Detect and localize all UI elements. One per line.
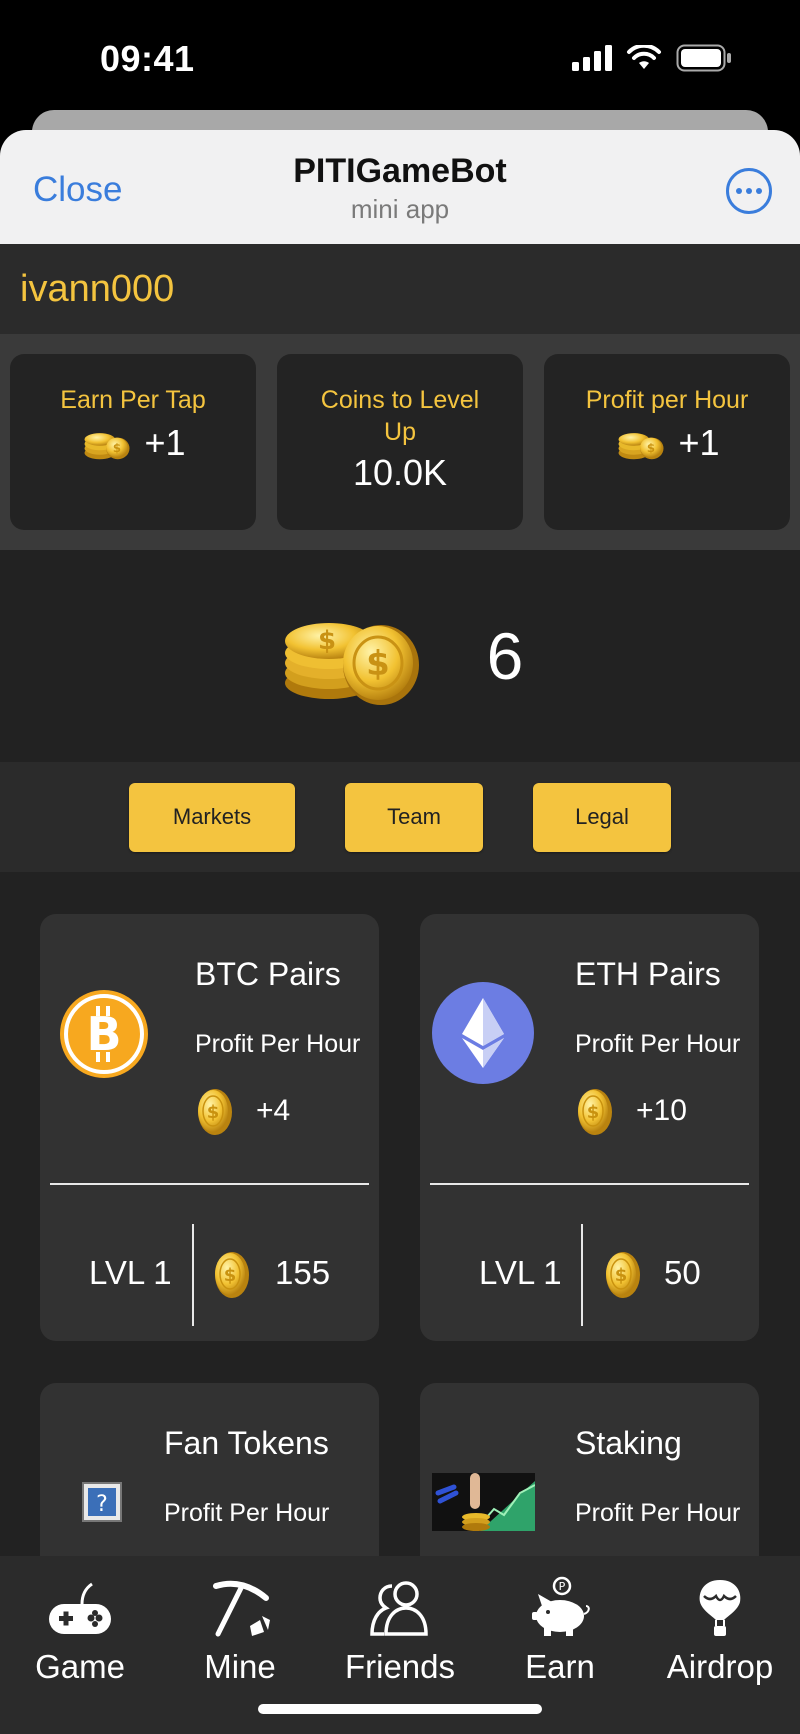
more-dot-icon — [736, 188, 742, 194]
coin-stack-icon — [80, 424, 134, 462]
tab-markets[interactable]: Markets — [129, 782, 295, 852]
piggy-bank-icon: P — [532, 1576, 590, 1636]
coin-stack-icon — [614, 424, 668, 462]
stat-profit-per-hour: Profit per Hour +1 — [544, 354, 790, 530]
card-upgrade-cost: 50 — [664, 1254, 701, 1291]
svg-text:B: B — [86, 1007, 121, 1061]
status-bar: 09:41 — [0, 0, 800, 110]
card-level: LVL 1 — [89, 1254, 172, 1291]
card-title: ETH Pairs — [575, 956, 721, 992]
more-options-button[interactable] — [726, 168, 772, 214]
category-tabs: Markets Team Legal — [0, 762, 800, 872]
nav-label: Game — [35, 1648, 125, 1685]
balance-value: 6 — [486, 619, 524, 693]
svg-text:P: P — [559, 1580, 566, 1593]
stat-label: Earn Per Tap — [60, 386, 206, 414]
cellular-signal-icon — [572, 45, 612, 71]
card-profit-label: Profit Per Hour — [195, 1030, 361, 1058]
nav-mine[interactable]: Mine — [160, 1576, 320, 1686]
card-title: Fan Tokens — [164, 1425, 329, 1461]
friends-icon — [370, 1581, 428, 1636]
nav-earn[interactable]: P Earn — [480, 1576, 640, 1686]
card-divider — [50, 1183, 369, 1185]
more-dot-icon — [746, 188, 752, 194]
more-dot-icon — [756, 188, 762, 194]
tab-team[interactable]: Team — [345, 782, 483, 852]
staking-image-icon — [432, 1473, 535, 1531]
user-row: ivann000 — [0, 244, 800, 334]
mini-app-header: Close PITIGameBot mini app — [0, 130, 800, 244]
gamepad-icon — [49, 1582, 111, 1634]
app-subtitle: mini app — [350, 194, 450, 224]
status-icons — [572, 44, 732, 72]
username: ivann000 — [20, 267, 175, 310]
pickaxe-icon — [213, 1580, 270, 1637]
nav-airdrop[interactable]: Airdrop — [640, 1576, 800, 1686]
nav-label: Mine — [204, 1648, 276, 1685]
svg-text:$: $ — [318, 626, 336, 656]
home-indicator[interactable] — [258, 1704, 542, 1714]
nav-label: Friends — [344, 1648, 456, 1685]
card-profit-label: Profit Per Hour — [575, 1499, 741, 1527]
status-time: 09:41 — [100, 38, 195, 79]
battery-icon — [676, 44, 731, 72]
card-profit-value: +4 — [256, 1094, 291, 1127]
card-title: Staking — [575, 1425, 682, 1461]
stat-earn-per-tap: Earn Per Tap +1 — [10, 354, 256, 530]
coin-icon — [212, 1250, 252, 1300]
card-profit-label: Profit Per Hour — [575, 1030, 741, 1058]
balance-display: $ $ 6 — [0, 550, 800, 762]
stat-coins-to-level-up: Coins to Level Up 10.0K — [277, 354, 523, 530]
coin-icon — [575, 1087, 615, 1137]
nav-label: Earn — [525, 1648, 595, 1685]
card-title: BTC Pairs — [195, 956, 341, 992]
stats-bar: Earn Per Tap +1 Coins to Level Up 10.0K … — [0, 334, 800, 550]
stat-value: +1 — [678, 422, 720, 463]
nav-friends[interactable]: Friends — [320, 1576, 480, 1686]
tab-legal[interactable]: Legal — [533, 782, 671, 852]
app-title: PITIGameBot — [293, 152, 507, 190]
stat-value: 10.0K — [352, 452, 448, 493]
card-fan-tokens[interactable]: ? Fan Tokens Profit Per Hour — [40, 1383, 379, 1556]
card-btc-pairs[interactable]: B BTC Pairs Profit Per Hour +4 LVL 1 155 — [40, 914, 379, 1341]
nav-label: Airdrop — [666, 1648, 774, 1685]
card-vertical-divider — [192, 1224, 194, 1326]
card-upgrade-cost: 155 — [275, 1254, 331, 1291]
stat-label: Coins to Level Up — [320, 386, 480, 446]
bitcoin-icon: B — [60, 990, 148, 1078]
upgrade-cards-grid: B BTC Pairs Profit Per Hour +4 LVL 1 155 — [0, 872, 800, 1556]
nav-game[interactable]: Game — [0, 1576, 160, 1686]
stat-label: Profit per Hour — [585, 386, 749, 414]
card-divider — [430, 1183, 749, 1185]
coin-icon — [195, 1087, 235, 1137]
card-vertical-divider — [581, 1224, 583, 1326]
card-profit-value: +10 — [636, 1094, 687, 1127]
ethereum-icon — [432, 982, 534, 1084]
card-profit-label: Profit Per Hour — [164, 1499, 330, 1527]
wifi-icon — [627, 45, 661, 69]
stat-value: +1 — [144, 422, 186, 463]
main-content[interactable]: ivann000 Earn Per Tap +1 Coins to Level … — [0, 244, 800, 1556]
airdrop-icon — [699, 1580, 741, 1636]
gold-coins-icon: $ $ — [284, 623, 419, 705]
coin-icon — [603, 1250, 643, 1300]
svg-text:?: ? — [96, 1492, 108, 1517]
svg-text:$: $ — [366, 644, 390, 684]
card-level: LVL 1 — [479, 1254, 562, 1291]
missing-image-icon: ? — [82, 1482, 122, 1522]
card-staking[interactable]: Staking Profit Per Hour — [420, 1383, 759, 1556]
card-eth-pairs[interactable]: ETH Pairs Profit Per Hour +10 LVL 1 50 — [420, 914, 759, 1341]
